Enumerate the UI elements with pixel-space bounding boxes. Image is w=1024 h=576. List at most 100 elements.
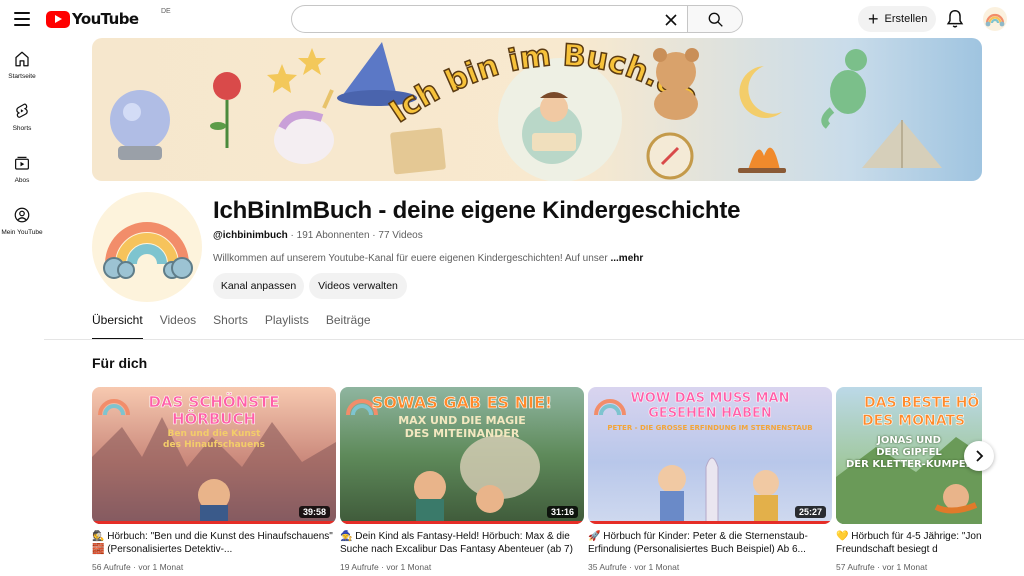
youtube-logo[interactable]: YouTube DE bbox=[46, 8, 171, 28]
video-meta: 57 Aufrufe · vor 1 Monat bbox=[836, 562, 928, 572]
video-card[interactable]: DAS BESTE HÖ DES MONATS JONAS UND DER GI… bbox=[836, 387, 982, 572]
video-thumbnail[interactable]: WOW DAS MUSS MAN GESEHEN HABEN PETER - D… bbox=[588, 387, 832, 524]
manage-videos-button[interactable]: Videos verwalten bbox=[309, 273, 407, 299]
watch-progress-bar bbox=[92, 521, 336, 524]
description-text: Willkommen auf unserem Youtube-Kanal für… bbox=[213, 253, 608, 264]
tab-posts[interactable]: Beiträge bbox=[326, 313, 371, 340]
thumbnail-subtitle: DER GIPFEL bbox=[876, 447, 942, 458]
rainbow-icon bbox=[985, 13, 1005, 27]
upload-age: vor 1 Monat bbox=[138, 562, 184, 572]
video-card[interactable]: DAS SCHÖNSTE HÖRBUCH Ben und die Kunst d… bbox=[92, 387, 336, 572]
youtube-play-icon bbox=[46, 10, 70, 28]
video-duration: 25:27 bbox=[794, 506, 826, 518]
tabs-divider bbox=[44, 339, 1024, 340]
channel-banner: Ich bin im Buch.de bbox=[92, 38, 982, 181]
customize-channel-button[interactable]: Kanal anpassen bbox=[213, 273, 304, 299]
video-thumbnail[interactable]: DAS SCHÖNSTE HÖRBUCH Ben und die Kunst d… bbox=[92, 387, 336, 524]
thumbnail-headline: WOW DAS MUSS MAN bbox=[630, 391, 790, 407]
logo-country-code: DE bbox=[161, 8, 171, 15]
thumbnail-subtitle: Ben und die Kunst bbox=[167, 429, 261, 439]
channel-meta: @ichbinimbuch · 191 Abonnenten · 77 Vide… bbox=[213, 230, 423, 241]
thumbnail-headline: DAS SCHÖNSTE bbox=[148, 393, 280, 412]
description-more-link[interactable]: ...mehr bbox=[610, 253, 643, 264]
channel-handle: @ichbinimbuch bbox=[213, 230, 288, 241]
thumbnail-headline: DAS BESTE HÖ bbox=[864, 395, 980, 412]
create-label: Erstellen bbox=[884, 13, 928, 25]
sidebar-item-label: Startseite bbox=[8, 73, 36, 80]
video-meta: 56 Aufrufe · vor 1 Monat bbox=[92, 562, 184, 572]
search-input[interactable] bbox=[292, 6, 687, 32]
thumbnail-subtitle: des Hinaufschauens bbox=[163, 440, 265, 450]
thumbnail-subtitle: DES MITEINANDER bbox=[404, 427, 520, 440]
sidebar-item-label: Abos bbox=[14, 177, 30, 184]
account-avatar[interactable] bbox=[983, 7, 1007, 31]
search-button[interactable] bbox=[687, 5, 743, 33]
search-icon bbox=[708, 12, 723, 27]
thumbnail-headline: GESEHEN HABEN bbox=[648, 406, 772, 422]
channel-avatar[interactable] bbox=[92, 192, 202, 302]
video-meta: 35 Aufrufe · vor 1 Monat bbox=[588, 562, 680, 572]
video-duration: 31:16 bbox=[546, 506, 578, 518]
logo-text: YouTube bbox=[72, 10, 139, 28]
clear-search-icon[interactable] bbox=[661, 10, 681, 30]
tab-shorts[interactable]: Shorts bbox=[213, 313, 248, 340]
thumbnail-headline: HÖRBUCH bbox=[171, 410, 257, 429]
video-title[interactable]: 🕵️ Hörbuch: "Ben und die Kunst des Hinau… bbox=[92, 530, 336, 556]
notifications-bell-icon[interactable] bbox=[944, 8, 966, 30]
carousel-next-button[interactable] bbox=[964, 441, 994, 471]
watch-progress-bar bbox=[588, 521, 832, 524]
upload-age: vor 1 Monat bbox=[882, 562, 928, 572]
video-title[interactable]: 🚀 Hörbuch für Kinder: Peter & die Sterne… bbox=[588, 530, 832, 556]
video-card[interactable]: WOW DAS MUSS MAN GESEHEN HABEN PETER - D… bbox=[588, 387, 832, 572]
view-count: 19 Aufrufe bbox=[340, 562, 379, 572]
search-box bbox=[291, 5, 687, 33]
you-icon bbox=[14, 207, 30, 223]
subscriber-count: 191 Abonnenten bbox=[296, 230, 370, 241]
watch-progress-bar bbox=[340, 521, 584, 524]
video-count: 77 Videos bbox=[378, 230, 423, 241]
video-thumbnail[interactable]: SOWAS GAB ES NIE! MAX UND DIE MAGIE DES … bbox=[340, 387, 584, 524]
top-bar: YouTube DE + Erstellen bbox=[0, 0, 1024, 38]
video-duration: 39:58 bbox=[298, 506, 330, 518]
video-title[interactable]: 🧙 Dein Kind als Fantasy-Held! Hörbuch: M… bbox=[340, 530, 584, 556]
thumbnail-subtitle: DER KLETTER-KUMPEL bbox=[846, 459, 972, 470]
sidebar-item-label: Shorts bbox=[12, 125, 32, 132]
channel-tabs: Übersicht Videos Shorts Playlists Beiträ… bbox=[92, 313, 388, 340]
video-card[interactable]: SOWAS GAB ES NIE! MAX UND DIE MAGIE DES … bbox=[340, 387, 584, 572]
shorts-icon bbox=[16, 103, 28, 118]
subscriptions-icon bbox=[15, 156, 29, 170]
sidebar: Startseite Shorts Abos Mein YouTube bbox=[0, 38, 44, 576]
sidebar-item-shorts[interactable]: Shorts bbox=[0, 90, 44, 142]
sidebar-item-you[interactable]: Mein YouTube bbox=[0, 194, 44, 246]
rainbow-icon bbox=[103, 222, 193, 279]
channel-title: IchBinImBuch - deine eigene Kindergeschi… bbox=[213, 197, 741, 224]
thumbnail-subtitle: PETER - DIE GROSSE ERFINDUNG IM STERNENS… bbox=[607, 424, 813, 432]
upload-age: vor 1 Monat bbox=[386, 562, 432, 572]
tab-videos[interactable]: Videos bbox=[160, 313, 196, 340]
upload-age: vor 1 Monat bbox=[634, 562, 680, 572]
thumbnail-headline: DES MONATS bbox=[862, 413, 966, 430]
thumbnail-subtitle: JONAS UND bbox=[877, 435, 941, 446]
view-count: 35 Aufrufe bbox=[588, 562, 627, 572]
menu-icon[interactable] bbox=[12, 9, 32, 29]
video-thumbnail[interactable]: DAS BESTE HÖ DES MONATS JONAS UND DER GI… bbox=[836, 387, 982, 524]
sidebar-item-label: Mein YouTube bbox=[1, 229, 43, 236]
sidebar-item-home[interactable]: Startseite bbox=[0, 38, 44, 90]
view-count: 56 Aufrufe bbox=[92, 562, 131, 572]
chevron-right-icon bbox=[976, 450, 984, 462]
plus-icon: + bbox=[868, 9, 879, 29]
sidebar-item-subscriptions[interactable]: Abos bbox=[0, 142, 44, 194]
section-title: Für dich bbox=[92, 355, 148, 371]
search-bar bbox=[291, 5, 743, 33]
home-icon bbox=[15, 51, 29, 67]
create-button[interactable]: + Erstellen bbox=[858, 6, 936, 32]
video-meta: 19 Aufrufe · vor 1 Monat bbox=[340, 562, 432, 572]
thumbnail-subtitle: MAX UND DIE MAGIE bbox=[398, 414, 526, 427]
tab-overview[interactable]: Übersicht bbox=[92, 313, 143, 340]
tab-playlists[interactable]: Playlists bbox=[265, 313, 309, 340]
channel-description[interactable]: Willkommen auf unserem Youtube-Kanal für… bbox=[213, 253, 643, 264]
view-count: 57 Aufrufe bbox=[836, 562, 875, 572]
banner-illustration: Ich bin im Buch.de bbox=[110, 38, 942, 181]
video-title[interactable]: 💛 Hörbuch für 4-5 Jährige: "Jonas Kumpel… bbox=[836, 530, 982, 556]
thumbnail-headline: SOWAS GAB ES NIE! bbox=[371, 393, 553, 413]
